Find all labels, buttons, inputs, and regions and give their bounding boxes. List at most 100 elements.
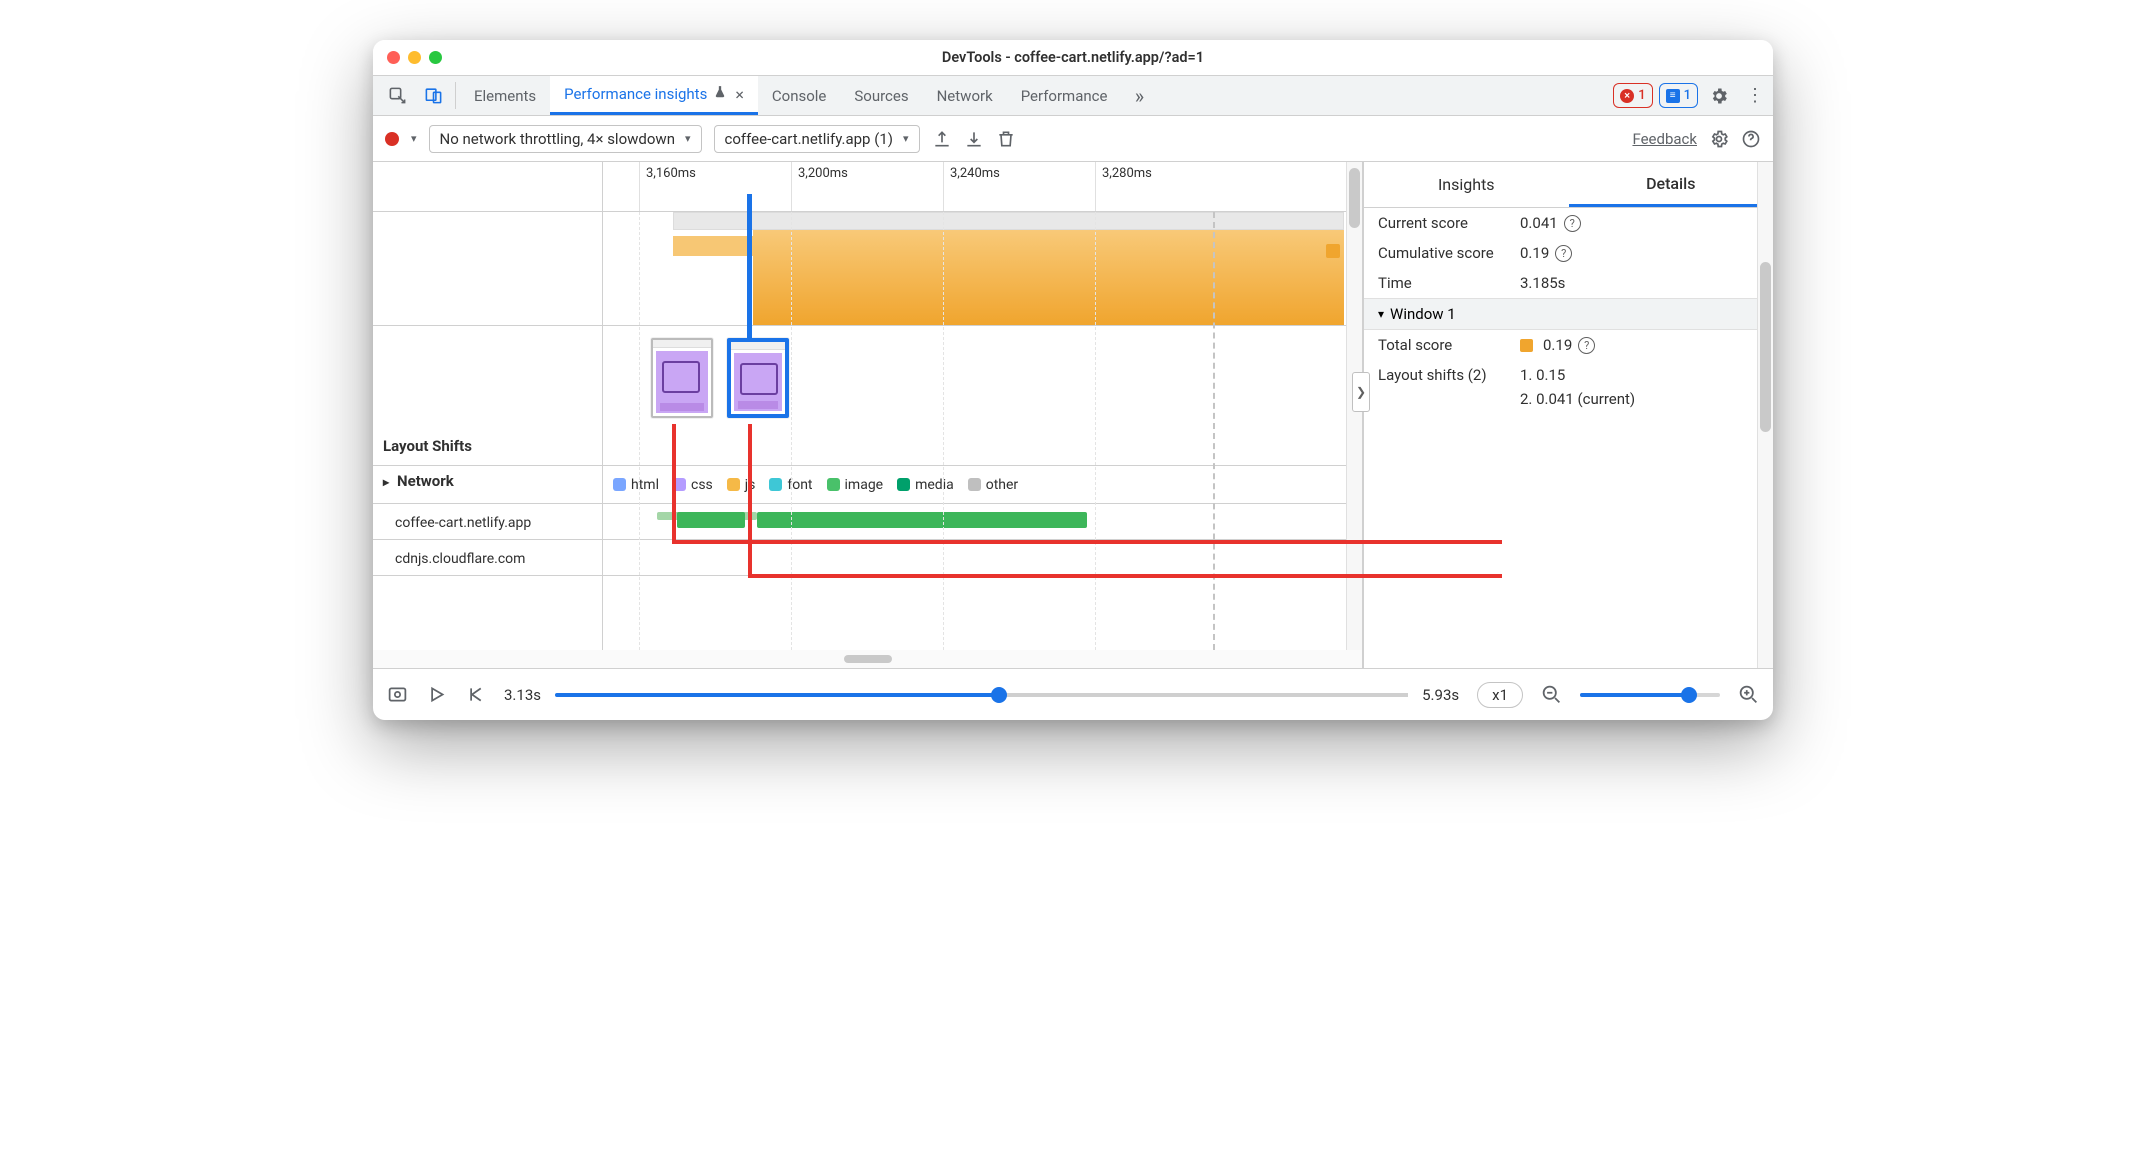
issues-count: 1 (1684, 88, 1691, 103)
legend-media: media (897, 477, 954, 493)
panel-settings-icon[interactable] (1709, 129, 1729, 149)
range-start: 3.13s (504, 686, 541, 704)
time-value: 3.185s (1520, 274, 1565, 292)
minimize-window-button[interactable] (408, 51, 421, 64)
throttling-value: No network throttling, 4× slowdown (440, 130, 675, 148)
layout-shift-thumb-1[interactable] (651, 338, 713, 418)
tab-elements[interactable]: Elements (460, 76, 550, 115)
close-tab-icon[interactable]: × (735, 85, 744, 104)
annotation-line (748, 574, 1502, 578)
experiment-icon (713, 85, 727, 103)
device-toolbar-icon[interactable] (415, 76, 451, 115)
time-row: Time 3.185s (1364, 268, 1773, 298)
main-area: Layout Shifts Network coffee-cart.netlif… (373, 162, 1773, 668)
layout-shift-thumb-2[interactable] (727, 338, 789, 418)
devtools-window: DevTools - coffee-cart.netlify.app/?ad=1… (373, 40, 1773, 720)
time-ruler: 3,160ms 3,200ms 3,240ms 3,280ms (603, 162, 1362, 212)
layout-shift-item-1[interactable]: 1. 0.15 (1520, 366, 1565, 384)
network-host-1[interactable]: coffee-cart.netlify.app (373, 504, 602, 540)
layout-shift-item-2[interactable]: 2. 0.041 (current) (1520, 390, 1635, 408)
time-slider[interactable] (555, 693, 1408, 697)
playhead-marker (747, 326, 752, 338)
feedback-link[interactable]: Feedback (1632, 130, 1697, 148)
export-icon[interactable] (932, 129, 952, 149)
horizontal-scrollbar[interactable] (373, 650, 1362, 668)
maximize-window-button[interactable] (429, 51, 442, 64)
inspect-element-icon[interactable] (379, 76, 415, 115)
main-thread-track[interactable] (603, 212, 1362, 326)
window-controls (387, 51, 442, 64)
network-legend: html css js font image media other (603, 466, 1362, 504)
issue-icon: ≡ (1666, 89, 1680, 103)
sidebar-tab-insights[interactable]: Insights (1364, 162, 1569, 207)
errors-badge[interactable]: × 1 (1613, 83, 1652, 108)
layout-shifts-list: Layout shifts (2) 1. 0.15 2. 0.041 (curr… (1364, 360, 1773, 414)
window-section-header[interactable]: Window 1 (1364, 298, 1773, 330)
tab-network[interactable]: Network (923, 76, 1007, 115)
zoom-slider[interactable] (1580, 693, 1720, 697)
tab-performance-insights[interactable]: Performance insights × (550, 76, 758, 115)
current-score-value: 0.041 (1520, 214, 1558, 232)
network-row-1[interactable] (603, 504, 1362, 540)
timeline-panel: Layout Shifts Network coffee-cart.netlif… (373, 162, 1363, 668)
network-host-2[interactable]: cdnjs.cloudflare.com (373, 540, 602, 576)
network-row-2[interactable] (603, 540, 1362, 576)
throttling-select[interactable]: No network throttling, 4× slowdown ▾ (429, 125, 702, 153)
total-score-value: 0.19 (1543, 336, 1572, 354)
page-select[interactable]: coffee-cart.netlify.app (1) ▾ (714, 125, 920, 153)
restart-icon[interactable] (465, 684, 486, 705)
ruler-tick: 3,160ms (639, 162, 696, 211)
import-icon[interactable] (964, 129, 984, 149)
layout-shifts-track[interactable] (603, 326, 1362, 466)
help-icon[interactable] (1741, 129, 1761, 149)
help-icon[interactable]: ? (1564, 215, 1581, 232)
more-tabs-icon[interactable]: » (1121, 76, 1157, 115)
ruler-tick: 3,240ms (943, 162, 1000, 211)
range-end: 5.93s (1422, 686, 1459, 704)
titlebar: DevTools - coffee-cart.netlify.app/?ad=1 (373, 40, 1773, 76)
record-button[interactable] (385, 132, 399, 146)
cumulative-score-row: Cumulative score 0.19? (1364, 238, 1773, 268)
ruler-tick: 3,280ms (1095, 162, 1152, 211)
total-score-row: Total score 0.19? (1364, 330, 1773, 360)
errors-count: 1 (1638, 88, 1645, 103)
play-icon[interactable] (426, 684, 447, 705)
kebab-menu-icon[interactable]: ⋮ (1737, 76, 1773, 115)
zoom-in-icon[interactable] (1738, 684, 1759, 705)
layout-shifts-label: Layout Shifts (373, 326, 602, 466)
transport-bar: 3.13s 5.93s x1 (373, 668, 1773, 720)
help-icon[interactable]: ? (1578, 337, 1595, 354)
track-labels: Layout Shifts Network coffee-cart.netlif… (373, 162, 603, 650)
delete-icon[interactable] (996, 129, 1016, 149)
network-label[interactable]: Network (373, 466, 602, 504)
sidebar-scrollbar[interactable] (1757, 162, 1773, 668)
legend-html: html (613, 477, 659, 493)
tab-performance[interactable]: Performance (1007, 76, 1122, 115)
error-icon: × (1620, 89, 1634, 103)
record-menu-caret-icon[interactable]: ▾ (411, 132, 417, 145)
details-sidebar: ❯ Insights Details Current score 0.041? … (1363, 162, 1773, 668)
playhead-marker[interactable] (747, 194, 752, 326)
annotation-line (748, 424, 752, 578)
close-window-button[interactable] (387, 51, 400, 64)
warn-swatch-icon (1520, 339, 1533, 352)
toggle-visibility-icon[interactable] (387, 684, 408, 705)
insights-toolbar: ▾ No network throttling, 4× slowdown ▾ c… (373, 116, 1773, 162)
annotation-line (672, 540, 1502, 544)
playback-speed[interactable]: x1 (1477, 682, 1523, 708)
help-icon[interactable]: ? (1555, 245, 1572, 262)
window-title: DevTools - coffee-cart.netlify.app/?ad=1 (373, 49, 1773, 66)
legend-other: other (968, 477, 1018, 493)
sidebar-tabs: Insights Details (1364, 162, 1773, 208)
cumulative-score-value: 0.19 (1520, 244, 1549, 262)
issues-badge[interactable]: ≡ 1 (1659, 83, 1698, 108)
tab-console[interactable]: Console (758, 76, 841, 115)
tab-sources[interactable]: Sources (840, 76, 922, 115)
chevron-down-icon: ▾ (685, 132, 691, 145)
sidebar-tab-details[interactable]: Details (1569, 162, 1774, 207)
expand-sidebar-icon[interactable]: ❯ (1352, 372, 1370, 412)
settings-icon[interactable] (1701, 76, 1737, 115)
annotation-line (672, 424, 676, 544)
zoom-out-icon[interactable] (1541, 684, 1562, 705)
legend-image: image (827, 477, 884, 493)
